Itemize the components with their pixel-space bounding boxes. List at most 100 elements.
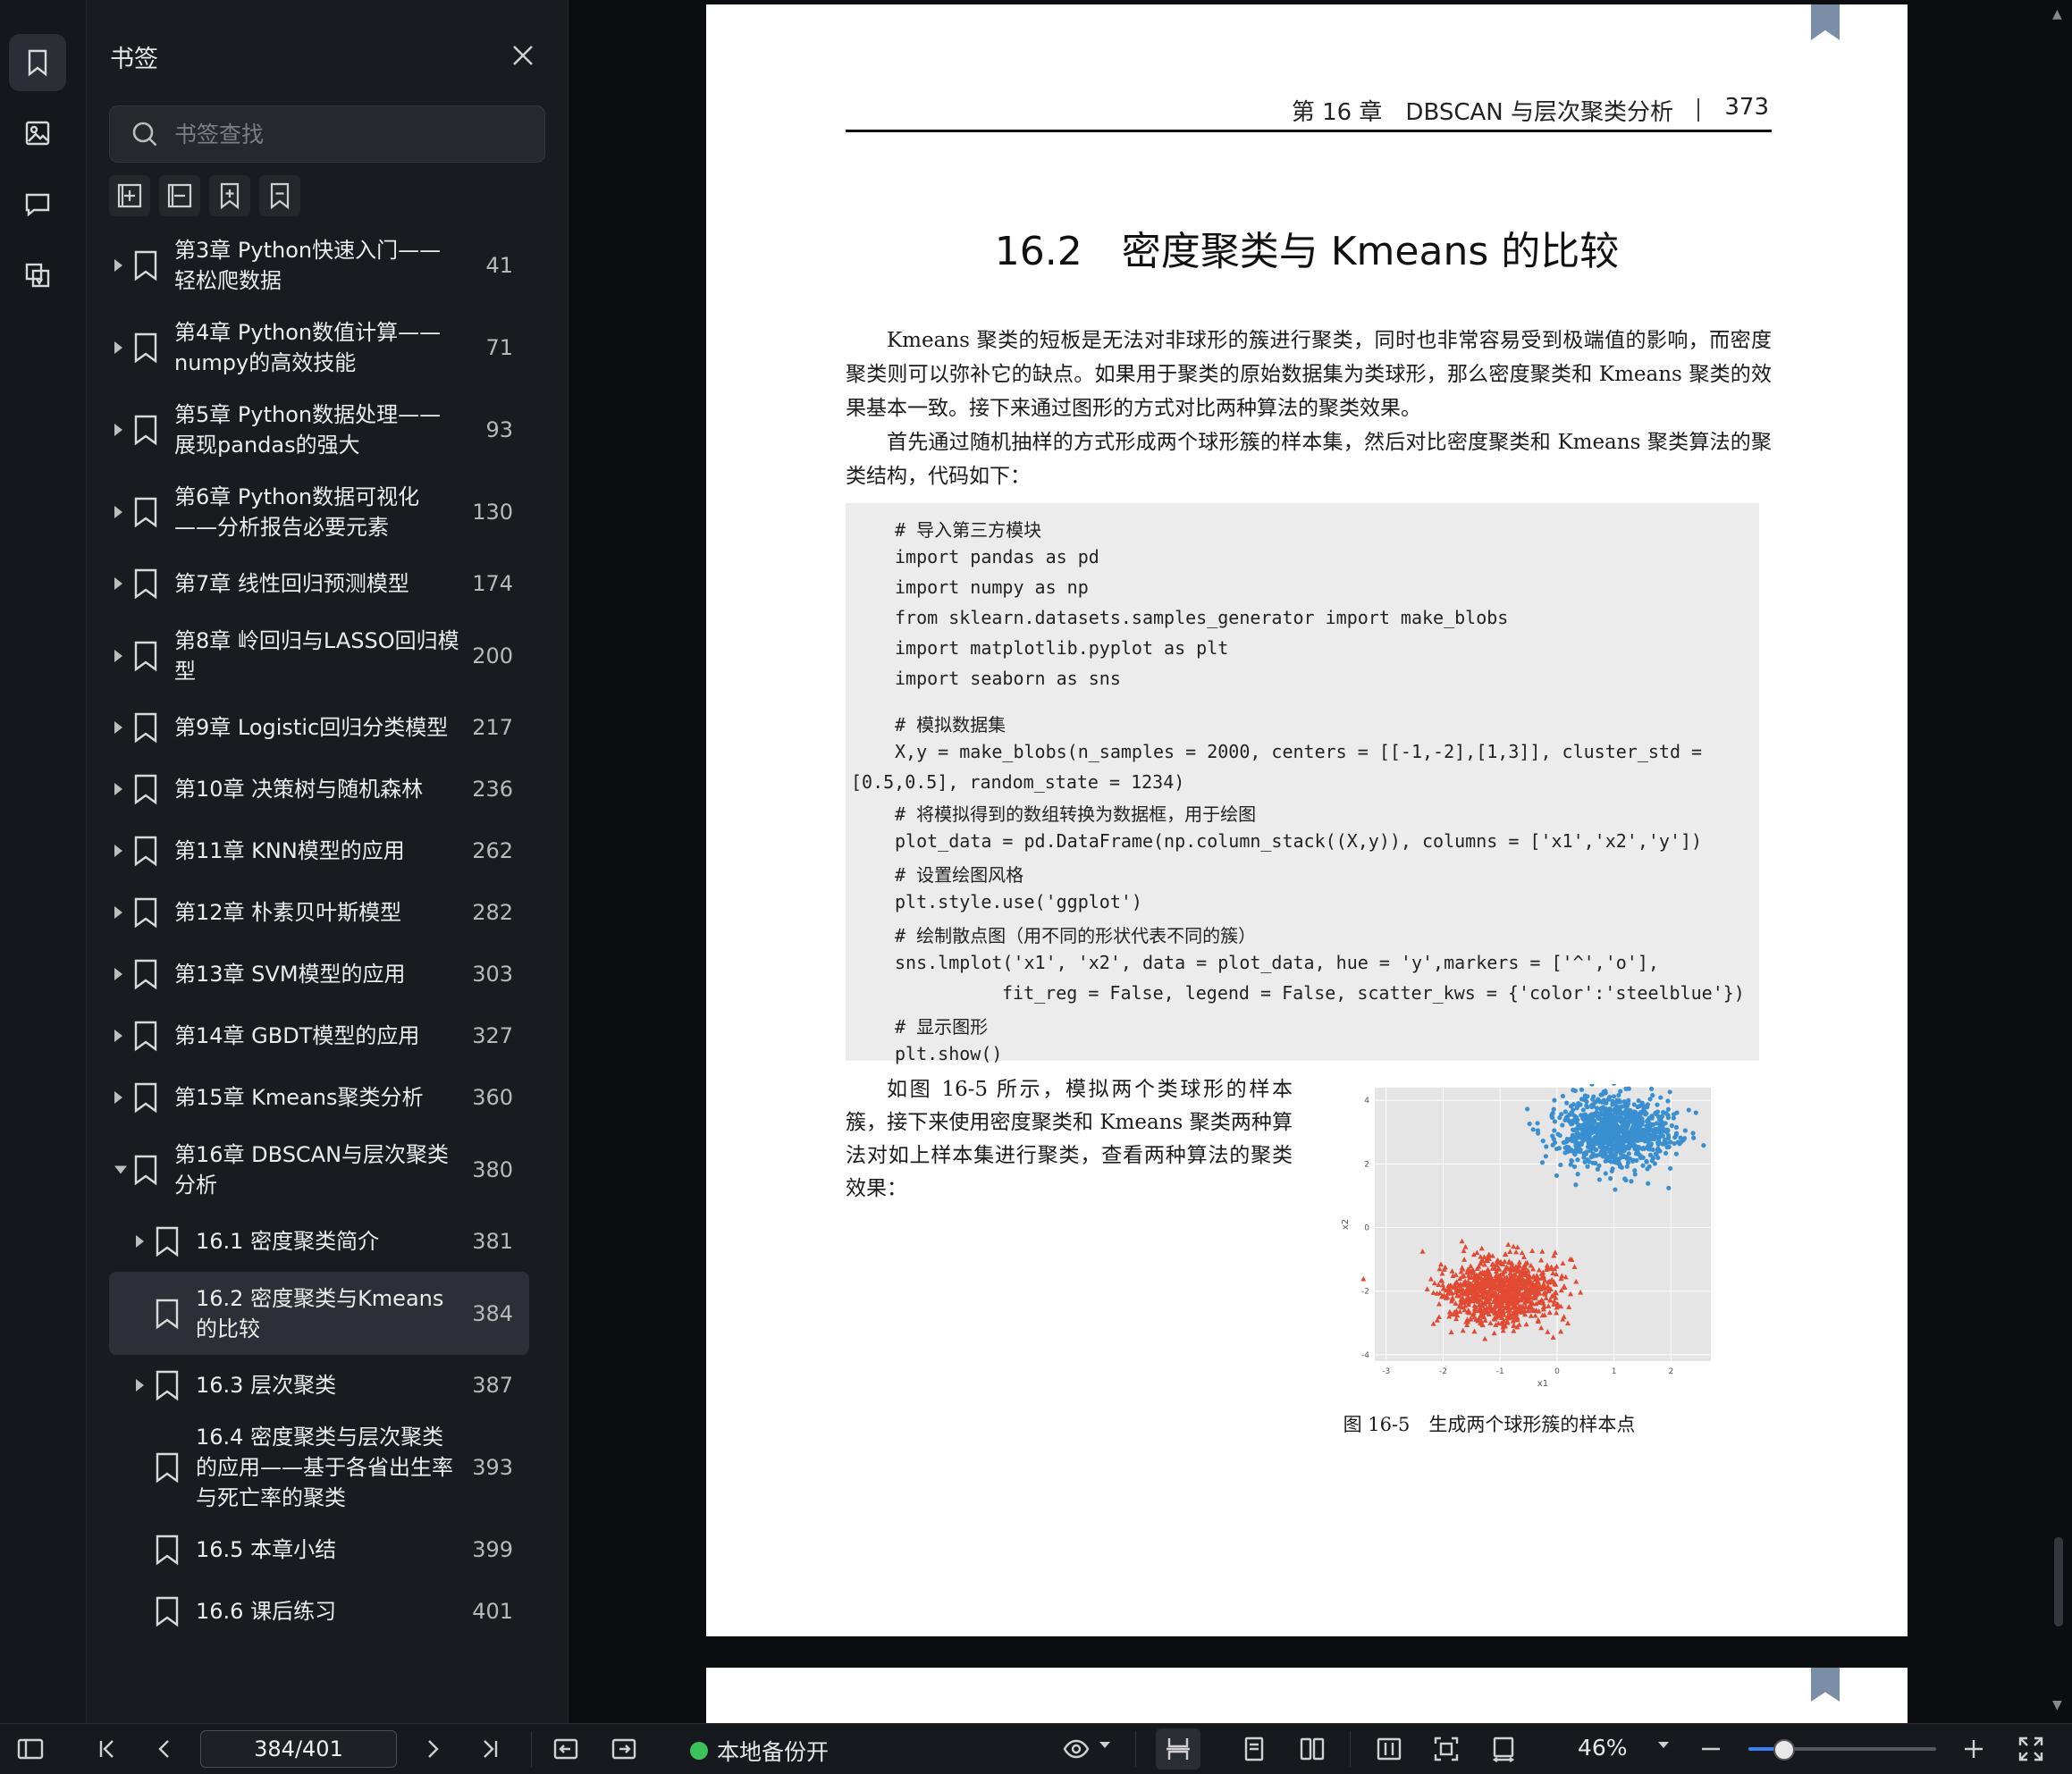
expand-all-button[interactable]: [109, 175, 150, 216]
zoom-slider[interactable]: [1748, 1739, 1936, 1761]
actual-size-button[interactable]: [1489, 1735, 1518, 1763]
collapsed-arrow-icon[interactable]: [114, 906, 122, 919]
scatter-point: [1578, 1102, 1583, 1107]
bookmark-item[interactable]: 第4章 Python数值计算——numpy的高效技能 71: [109, 316, 529, 378]
minus-icon: [1702, 1747, 1720, 1751]
bookmark-item[interactable]: 16.2 密度聚类与Kmeans的比较 384: [109, 1272, 529, 1355]
bookmark-item-page: 217: [472, 715, 513, 740]
bookmark-item[interactable]: 16.3 层次聚类 387: [109, 1365, 529, 1406]
bookmark-item[interactable]: 第10章 决策树与随机森林 236: [109, 769, 529, 810]
collapsed-arrow-icon[interactable]: [114, 423, 122, 436]
bookmark-item-label: 第3章 Python快速入门——轻松爬数据: [174, 237, 442, 293]
add-bookmark-button[interactable]: [209, 175, 250, 216]
bookmark-item[interactable]: 第15章 Kmeans聚类分析 360: [109, 1077, 529, 1118]
scatter-point: [1655, 1102, 1660, 1107]
bookmark-item[interactable]: 16.4 密度聚类与层次聚类的应用——基于各省出生率与死亡率的聚类 393: [109, 1425, 529, 1510]
zoom-in-button[interactable]: [1959, 1735, 1988, 1763]
collapse-all-button[interactable]: [159, 175, 200, 216]
collapsed-arrow-icon[interactable]: [114, 577, 122, 590]
close-panel-button[interactable]: [509, 41, 537, 70]
collapsed-arrow-icon[interactable]: [114, 505, 122, 518]
next-page-bookmark-icon[interactable]: [1811, 1668, 1840, 1702]
go-forward-button[interactable]: [610, 1735, 638, 1763]
attachment-tab-button[interactable]: [9, 247, 66, 304]
zoom-out-button[interactable]: [1697, 1735, 1725, 1763]
bookmark-item[interactable]: 第6章 Python数据可视化——分析报告必要元素 130: [109, 481, 529, 542]
scroll-up-arrow[interactable]: ▲: [2052, 7, 2065, 21]
scroll-down-arrow[interactable]: ▼: [2052, 1698, 2065, 1712]
zoom-slider-handle[interactable]: [1773, 1739, 1795, 1761]
bookmark-item-label: 第15章 Kmeans聚类分析: [174, 1085, 424, 1110]
scatter-point: [1598, 1092, 1604, 1097]
first-page-button[interactable]: [93, 1735, 122, 1763]
bookmark-item-label: 第7章 线性回归预测模型: [174, 571, 409, 596]
collapsed-arrow-icon[interactable]: [114, 649, 122, 662]
continuous-scroll-button[interactable]: [1164, 1735, 1192, 1763]
collapsed-arrow-icon[interactable]: [114, 783, 122, 795]
single-page-button[interactable]: [1240, 1735, 1268, 1763]
bookmark-tab-button[interactable]: [9, 34, 66, 91]
document-scrollbar[interactable]: [2054, 1537, 2063, 1627]
bookmark-search-input[interactable]: [173, 120, 534, 148]
x-tick-label: 0: [1554, 1367, 1560, 1376]
fit-width-button[interactable]: [1375, 1735, 1403, 1763]
bookmark-item[interactable]: 第7章 线性回归预测模型 174: [109, 563, 529, 604]
collapsed-arrow-icon[interactable]: [114, 968, 122, 980]
collapsed-arrow-icon[interactable]: [114, 721, 122, 734]
x-tick-label: 1: [1612, 1367, 1617, 1376]
collapsed-arrow-icon[interactable]: [114, 258, 122, 272]
next-page-button[interactable]: [418, 1735, 447, 1763]
collapsed-arrow-icon[interactable]: [114, 1030, 122, 1042]
double-page-button[interactable]: [1298, 1735, 1327, 1763]
scatter-point: [1573, 1147, 1579, 1152]
scatter-point: [1621, 1099, 1627, 1105]
bookmark-item[interactable]: 第12章 朴素贝叶斯模型 282: [109, 892, 529, 933]
last-page-button[interactable]: [476, 1735, 504, 1763]
scatter-point: [1591, 1121, 1596, 1126]
local-backup-status[interactable]: 本地备份开: [690, 1735, 829, 1767]
previous-page-button[interactable]: [150, 1735, 179, 1763]
scatter-point: [1554, 1146, 1560, 1152]
toggle-sidebar-button[interactable]: [16, 1735, 45, 1763]
code-line: fit_reg = False, legend = False, scatter…: [1002, 982, 1745, 1004]
scatter-point: [1623, 1126, 1629, 1131]
bookmark-item[interactable]: 16.1 密度聚类简介 381: [109, 1221, 529, 1262]
bookmark-item[interactable]: 第11章 KNN模型的应用 262: [109, 830, 529, 871]
fullscreen-button[interactable]: [2017, 1735, 2045, 1763]
bookmark-item[interactable]: 第3章 Python快速入门——轻松爬数据 41: [109, 234, 529, 296]
comment-tab-button[interactable]: [9, 175, 66, 232]
scatter-point: [1605, 1157, 1611, 1164]
bookmark-item[interactable]: 第16章 DBSCAN与层次聚类分析 380: [109, 1139, 529, 1200]
bookmark-item[interactable]: 第8章 岭回归与LASSO回归模型 200: [109, 625, 529, 686]
bookmark-item[interactable]: 第14章 GBDT模型的应用 327: [109, 1015, 529, 1056]
bookmark-item[interactable]: 第5章 Python数据处理——展现pandas的强大 93: [109, 399, 529, 460]
expand-arrow-icon[interactable]: [114, 1165, 127, 1173]
collapsed-arrow-icon[interactable]: [136, 1235, 144, 1248]
collapsed-arrow-icon[interactable]: [114, 1091, 122, 1104]
bookmark-item[interactable]: 16.6 课后练习 401: [109, 1591, 529, 1632]
eye-comfort-button[interactable]: [1062, 1735, 1091, 1763]
fit-page-button[interactable]: [1432, 1735, 1461, 1763]
collapsed-arrow-icon[interactable]: [114, 341, 122, 354]
bookmark-item[interactable]: 第9章 Logistic回归分类模型 217: [109, 707, 529, 748]
page-number-input[interactable]: 384/401: [200, 1730, 397, 1768]
page-bookmark-icon[interactable]: [1811, 4, 1840, 40]
scatter-point: [1675, 1139, 1680, 1145]
remove-bookmark-button[interactable]: [259, 175, 300, 216]
bookmark-item[interactable]: 16.5 本章小结 399: [109, 1529, 529, 1570]
bookmark-panel: 书签 第3章 Python快速入门——轻松爬数据 41 第4章 Python数值计算…: [87, 0, 645, 1723]
scatter-point: [1667, 1165, 1673, 1172]
bookmark-item[interactable]: 第13章 SVM模型的应用 303: [109, 954, 529, 995]
chevron-down-icon[interactable]: [1099, 1742, 1110, 1748]
go-back-button[interactable]: [552, 1735, 580, 1763]
zoom-dropdown-chevron-icon[interactable]: [1658, 1742, 1669, 1748]
zoom-level[interactable]: 46%: [1578, 1735, 1628, 1761]
thumbnail-tab-button[interactable]: [9, 105, 66, 162]
collapsed-arrow-icon[interactable]: [114, 845, 122, 857]
collapsed-arrow-icon[interactable]: [136, 1379, 144, 1391]
document-viewer[interactable]: 第 16 章 DBSCAN 与层次聚类分析 373 16.2 密度聚类与 Kme…: [569, 0, 2072, 1723]
bookmark-item-page: 41: [485, 252, 513, 278]
scatter-point: [1618, 1119, 1623, 1124]
scatter-point: [1682, 1128, 1688, 1133]
bookmark-search[interactable]: [109, 105, 545, 163]
